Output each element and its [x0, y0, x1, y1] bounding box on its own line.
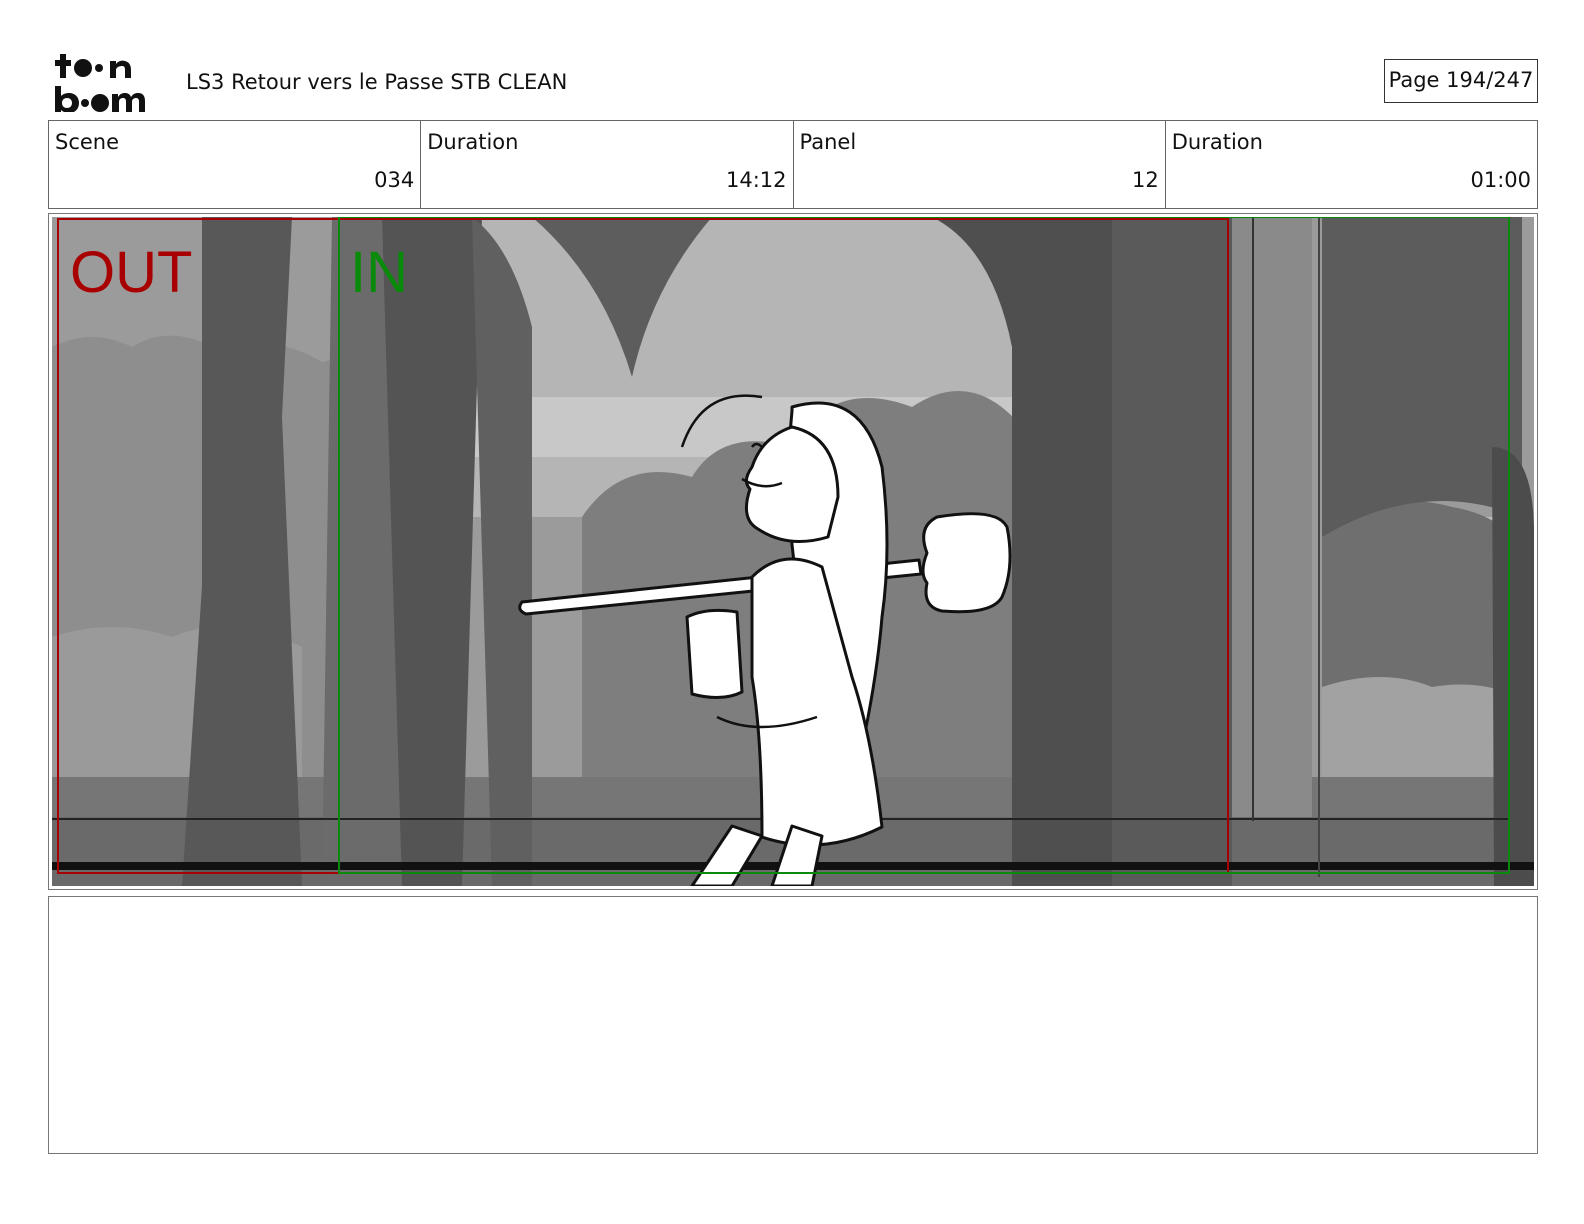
panel-value: 12	[1132, 168, 1159, 192]
page-indicator: Page 194/247	[1384, 59, 1538, 103]
toonboom-logo	[55, 54, 145, 112]
scene-label: Scene	[55, 130, 120, 154]
scene-info-table: Scene 034 Duration 14:12 Panel 12 Durati…	[48, 120, 1538, 209]
scene-duration-cell: Duration 14:12	[421, 121, 794, 208]
panel-label: Panel	[799, 130, 857, 154]
scene-duration-label: Duration	[427, 130, 519, 154]
scene-value: 034	[374, 168, 415, 192]
scene-duration-value: 14:12	[725, 168, 787, 192]
document-title: LS3 Retour vers le Passe STB CLEAN	[186, 70, 568, 94]
storyboard-image: OUT IN	[52, 217, 1534, 886]
out-marker: OUT	[70, 240, 192, 305]
panel-duration-cell: Duration 01:00	[1166, 121, 1537, 208]
caption-area	[48, 896, 1538, 1154]
in-marker: IN	[350, 240, 408, 305]
panel-duration-value: 01:00	[1470, 168, 1531, 192]
scene-cell: Scene 034	[49, 121, 422, 208]
panel-cell: Panel 12	[794, 121, 1166, 208]
panel-duration-label: Duration	[1171, 130, 1263, 154]
